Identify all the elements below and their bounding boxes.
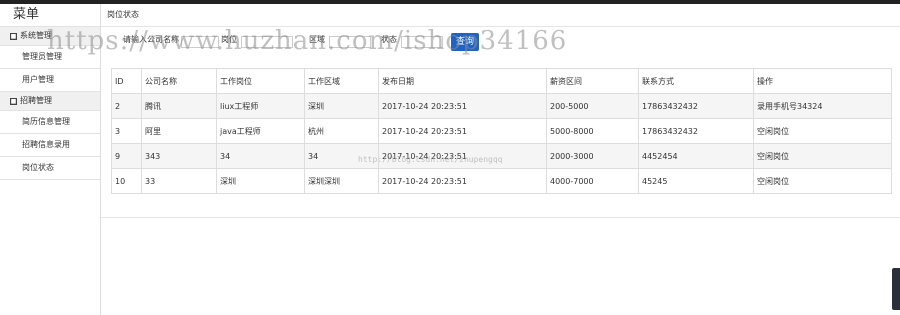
- sidebar-group-label: 系统管理: [20, 31, 52, 40]
- sidebar-item-admin[interactable]: 管理员管理: [0, 46, 100, 69]
- column-header-company: 公司名称: [141, 68, 217, 94]
- area-field-label: 区域: [309, 35, 325, 44]
- filter-bar: 请输入公司名称 岗位 区域 状态 查询: [101, 30, 900, 56]
- floating-side-widget[interactable]: [892, 268, 900, 310]
- column-header-salary: 薪资区间: [546, 68, 639, 94]
- company-field-label: 请输入公司名称: [123, 35, 179, 44]
- search-button[interactable]: 查询: [451, 33, 479, 51]
- job-table: ID 公司名称 工作岗位 工作区域 发布日期 薪资区间 联系方式 操作 2 腾讯…: [111, 68, 892, 194]
- cell-action[interactable]: 空闲岗位: [753, 168, 892, 194]
- divider: [101, 217, 900, 218]
- cell-job: 34: [216, 143, 305, 169]
- cell-contact: 17863432432: [638, 93, 754, 119]
- cell-area: 34: [304, 143, 379, 169]
- cell-salary: 2000-3000: [546, 143, 639, 169]
- job-field-label: 岗位: [221, 35, 237, 44]
- sidebar-group-system[interactable]: ■ 系统管理: [0, 27, 100, 46]
- column-header-job: 工作岗位: [216, 68, 305, 94]
- cell-area: 杭州: [304, 118, 379, 144]
- breadcrumb: 岗位状态: [101, 4, 900, 27]
- job-input[interactable]: [241, 36, 293, 48]
- page-title: 岗位状态: [107, 10, 139, 19]
- cell-date: 2017-10-24 20:23:51: [378, 168, 547, 194]
- sidebar-item-resume[interactable]: 简历信息管理: [0, 111, 100, 134]
- cell-company: 腾讯: [141, 93, 217, 119]
- sidebar: 菜单 ■ 系统管理 管理员管理 用户管理 ■ 招聘管理 简历信息管理 招聘信息录…: [0, 4, 101, 315]
- status-select[interactable]: [401, 36, 443, 48]
- cell-id: 3: [111, 118, 142, 144]
- column-header-area: 工作区域: [304, 68, 379, 94]
- cell-date: 2017-10-24 20:23:51: [378, 93, 547, 119]
- company-input[interactable]: [181, 36, 219, 48]
- area-input[interactable]: [329, 36, 371, 48]
- cell-contact: 4452454: [638, 143, 754, 169]
- cell-company: 33: [141, 168, 217, 194]
- cell-salary: 4000-7000: [546, 168, 639, 194]
- column-header-id: ID: [111, 68, 142, 94]
- sidebar-group-recruit[interactable]: ■ 招聘管理: [0, 92, 100, 111]
- cell-date: 2017-10-24 20:23:51: [378, 143, 547, 169]
- cell-action[interactable]: 空闲岗位: [753, 118, 892, 144]
- sidebar-group-label: 招聘管理: [20, 96, 52, 105]
- cell-contact: 45245: [638, 168, 754, 194]
- cell-id: 10: [111, 168, 142, 194]
- cell-area: 深圳: [304, 93, 379, 119]
- cell-salary: 5000-8000: [546, 118, 639, 144]
- column-header-action: 操作: [753, 68, 892, 94]
- menu-title: 菜单: [0, 4, 100, 27]
- column-header-contact: 联系方式: [638, 68, 754, 94]
- cell-action[interactable]: 空闲岗位: [753, 143, 892, 169]
- cell-job: liux工程师: [216, 93, 305, 119]
- cell-company: 343: [141, 143, 217, 169]
- collapse-icon: ■: [10, 32, 17, 40]
- collapse-icon: ■: [10, 97, 17, 105]
- table-row: 3 阿里 java工程师 杭州 2017-10-24 20:23:51 5000…: [111, 118, 892, 144]
- cell-company: 阿里: [141, 118, 217, 144]
- sidebar-item-users[interactable]: 用户管理: [0, 69, 100, 92]
- status-field-label: 状态: [381, 35, 397, 44]
- table-row: 2 腾讯 liux工程师 深圳 2017-10-24 20:23:51 200-…: [111, 93, 892, 119]
- cell-id: 2: [111, 93, 142, 119]
- cell-contact: 17863432432: [638, 118, 754, 144]
- cell-area: 深圳深圳: [304, 168, 379, 194]
- sidebar-item-job-status[interactable]: 岗位状态: [0, 157, 100, 180]
- column-header-date: 发布日期: [378, 68, 547, 94]
- cell-job: 深圳: [216, 168, 305, 194]
- sidebar-item-hiring[interactable]: 招聘信息录用: [0, 134, 100, 157]
- table-row: 10 33 深圳 深圳深圳 2017-10-24 20:23:51 4000-7…: [111, 168, 892, 194]
- table-header-row: ID 公司名称 工作岗位 工作区域 发布日期 薪资区间 联系方式 操作: [111, 68, 892, 94]
- cell-salary: 200-5000: [546, 93, 639, 119]
- cell-job: java工程师: [216, 118, 305, 144]
- cell-id: 9: [111, 143, 142, 169]
- table-row: 9 343 34 34 2017-10-24 20:23:51 2000-300…: [111, 143, 892, 169]
- cell-action[interactable]: 录用手机号34324: [753, 93, 892, 119]
- cell-date: 2017-10-24 20:23:51: [378, 118, 547, 144]
